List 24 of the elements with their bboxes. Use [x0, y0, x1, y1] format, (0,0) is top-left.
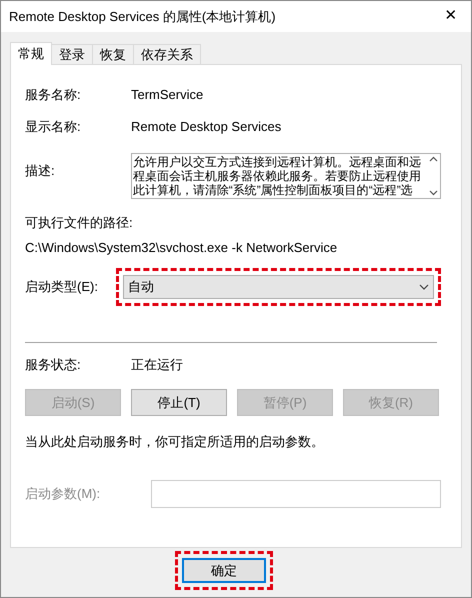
field-label: 显示名称:: [25, 118, 82, 136]
ok-button[interactable]: 确定: [182, 558, 266, 583]
field-label: 服务状态:: [25, 356, 82, 374]
tab[interactable]: 常规: [10, 42, 52, 65]
chevron-down-icon: [419, 284, 429, 290]
field-label: 描述:: [25, 162, 56, 180]
service-button[interactable]: 停止(T): [131, 389, 227, 416]
tab[interactable]: 依存关系: [133, 44, 201, 64]
status-value: 正在运行: [131, 356, 183, 374]
field-label: 可执行文件的路径:: [25, 214, 134, 232]
close-button[interactable]: ✕: [431, 1, 471, 32]
hint-text: 当从此处启动服务时，你可指定所适用的启动参数。: [25, 433, 325, 451]
field-label: 服务名称:: [25, 86, 82, 104]
tab[interactable]: 恢复: [92, 44, 134, 64]
scroll-up-icon[interactable]: [428, 156, 438, 162]
field-label: 启动类型(E):: [25, 278, 99, 296]
startup-type-dropdown[interactable]: 自动: [123, 275, 434, 299]
window-title: Remote Desktop Services 的属性(本地计算机): [9, 8, 276, 26]
scroll-down-icon[interactable]: [428, 190, 438, 196]
field-label: 启动参数(M):: [25, 484, 102, 503]
field-value: TermService: [131, 86, 204, 104]
path-text: C:\Windows\System32\svchost.exe -k NetworkService: [25, 238, 338, 257]
field-value: Remote Desktop Services: [131, 118, 282, 136]
tab[interactable]: 登录: [51, 44, 93, 64]
